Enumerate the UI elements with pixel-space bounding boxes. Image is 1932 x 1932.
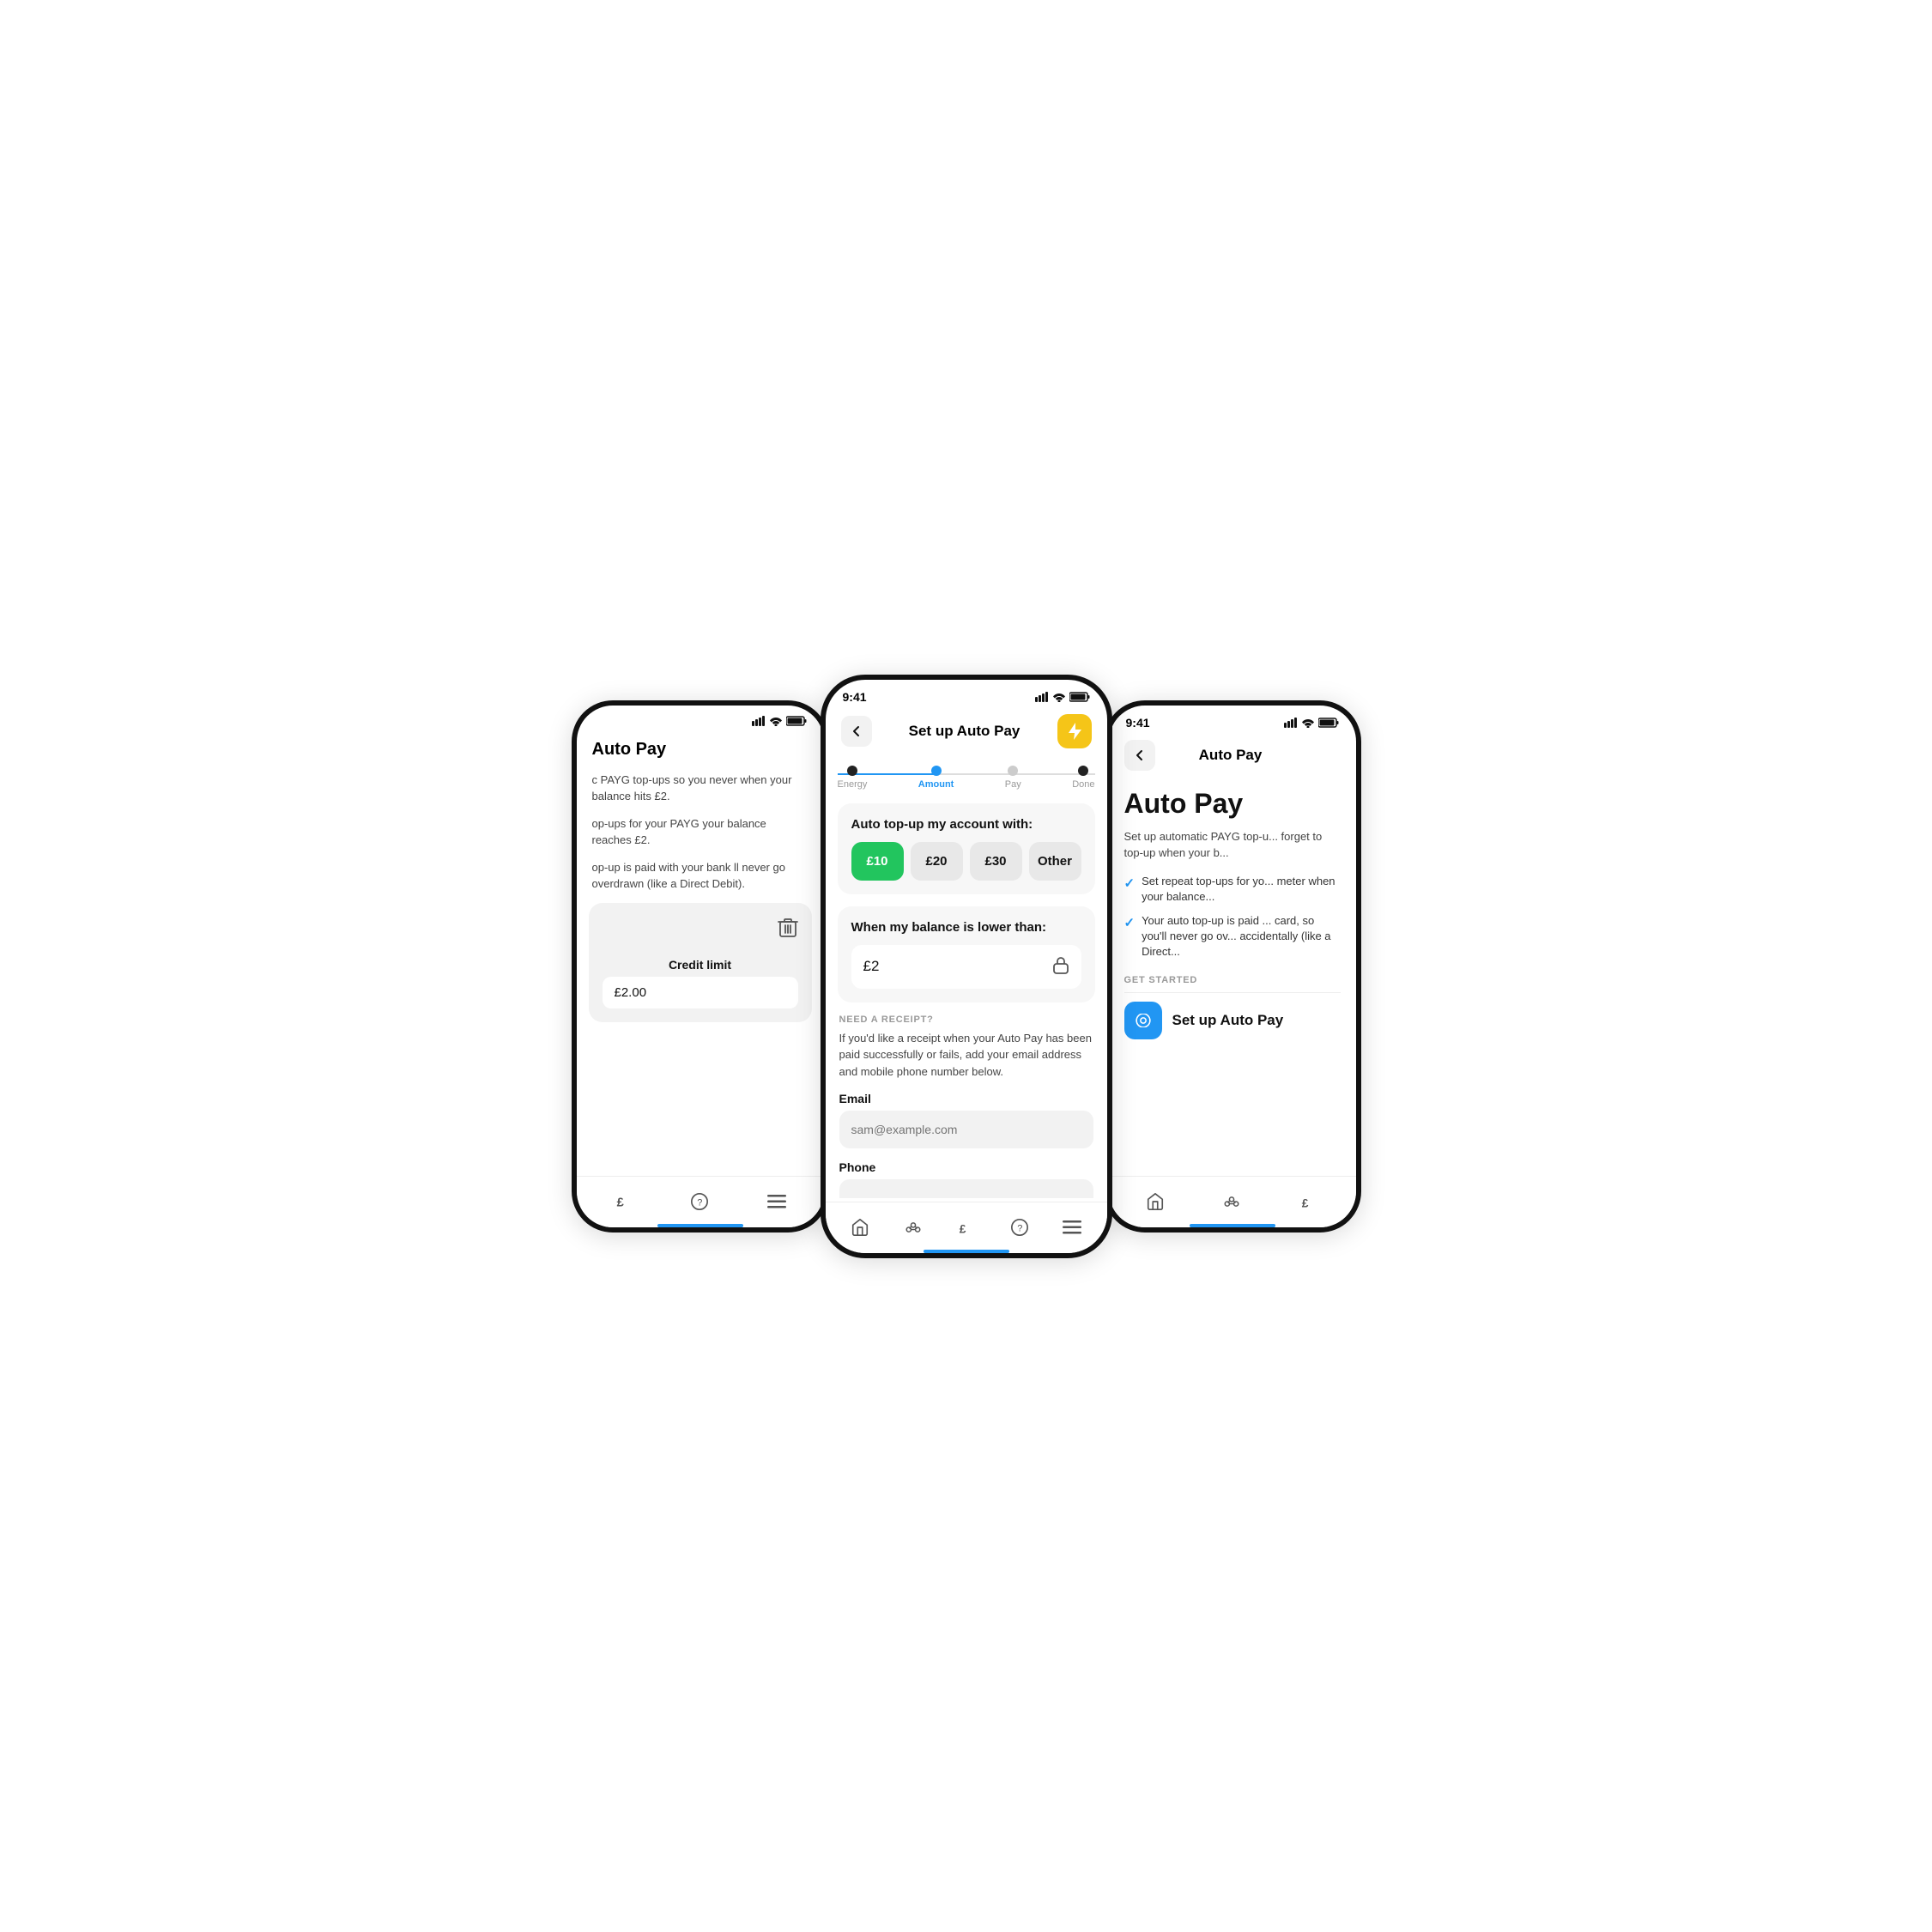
back-button-right[interactable] <box>1124 740 1155 771</box>
status-bar-center: 9:41 <box>826 680 1107 707</box>
status-icons-right <box>1284 718 1339 728</box>
nav-item-menu[interactable] <box>767 1195 786 1208</box>
svg-text:?: ? <box>1017 1224 1022 1234</box>
svg-text:£: £ <box>960 1222 966 1235</box>
amount-other[interactable]: Other <box>1029 842 1081 881</box>
credit-card: Credit limit £2.00 <box>589 903 812 1022</box>
status-icons-center <box>1035 692 1090 702</box>
nav-home-right[interactable] <box>1146 1192 1165 1211</box>
nav-menu-center[interactable] <box>1063 1220 1081 1234</box>
svg-text:£: £ <box>1302 1196 1309 1209</box>
status-bar-right: 9:41 <box>1109 706 1356 733</box>
right-desc: Set up automatic PAYG top-u... forget to… <box>1109 828 1356 862</box>
left-desc-3: op-up is paid with your bank ll never go… <box>577 859 824 893</box>
step-dot-done <box>1078 766 1088 776</box>
lock-icon <box>1052 955 1069 978</box>
nav-indicator-left <box>657 1224 743 1227</box>
setup-autopay-text: Set up Auto Pay <box>1172 1012 1284 1029</box>
get-started-label: GET STARTED <box>1109 975 1356 985</box>
amount-10[interactable]: £10 <box>851 842 904 881</box>
nav-help-center[interactable]: ? <box>1010 1218 1029 1237</box>
phone-input[interactable] <box>839 1179 1093 1198</box>
phone-right: 9:41 Auto Pay Auto Pay Set up automatic … <box>1104 700 1361 1232</box>
right-header-title: Auto Pay <box>1199 747 1263 764</box>
step-dot-amount <box>931 766 942 776</box>
balance-card-title: When my balance is lower than: <box>851 920 1081 935</box>
left-desc-2: op-ups for your PAYG your balance reache… <box>577 815 824 849</box>
check-text-2: Your auto top-up is paid ... card, so yo… <box>1142 913 1340 960</box>
nav-item-balance[interactable]: £ <box>614 1192 633 1211</box>
back-button-center[interactable] <box>841 716 872 747</box>
step-label-amount: Amount <box>918 779 954 790</box>
balance-value: £2 <box>863 958 880 975</box>
step-done: Done <box>1072 766 1094 790</box>
balance-card: When my balance is lower than: £2 <box>838 906 1095 1002</box>
left-desc-1: c PAYG top-ups so you never when your ba… <box>577 772 824 805</box>
step-pay: Pay <box>1005 766 1021 790</box>
lightning-button[interactable] <box>1057 714 1092 748</box>
amount-20[interactable]: £20 <box>911 842 963 881</box>
stepper: Energy Amount Pay Done <box>826 759 1107 803</box>
topup-card-title: Auto top-up my account with: <box>851 817 1081 832</box>
check-item-1: ✓ Set repeat top-ups for yo... meter whe… <box>1124 874 1341 905</box>
nav-item-help[interactable]: ? <box>690 1192 709 1211</box>
receipt-section: NEED A RECEIPT? If you'd like a receipt … <box>838 1014 1095 1198</box>
phone-label: Phone <box>839 1160 1093 1174</box>
check-item-2: ✓ Your auto top-up is paid ... card, so … <box>1124 913 1341 960</box>
check-list: ✓ Set repeat top-ups for yo... meter whe… <box>1109 874 1356 960</box>
status-bar-left <box>577 706 824 730</box>
left-page-title: Auto Pay <box>577 740 824 760</box>
nav-usage-right[interactable] <box>1221 1192 1242 1211</box>
nav-indicator-center <box>924 1250 1009 1253</box>
time-center: 9:41 <box>843 690 867 704</box>
step-label-pay: Pay <box>1005 779 1021 790</box>
check-icon-2: ✓ <box>1124 914 1136 932</box>
nav-account[interactable]: £ <box>957 1218 976 1237</box>
divider-right <box>1124 992 1341 993</box>
nav-home[interactable] <box>851 1218 869 1237</box>
setup-autopay-icon <box>1124 1002 1162 1039</box>
step-label-energy: Energy <box>838 779 868 790</box>
step-label-done: Done <box>1072 779 1094 790</box>
nav-indicator-right <box>1190 1224 1275 1227</box>
nav-usage[interactable] <box>903 1218 924 1237</box>
time-right: 9:41 <box>1126 716 1150 730</box>
bottom-nav-center: £ ? <box>826 1202 1107 1253</box>
email-label: Email <box>839 1092 1093 1105</box>
receipt-section-label: NEED A RECEIPT? <box>839 1014 1093 1025</box>
top-nav-center: Set up Auto Pay <box>826 707 1107 759</box>
center-scroll[interactable]: Auto top-up my account with: £10 £20 £30… <box>826 803 1107 1198</box>
step-energy: Energy <box>838 766 868 790</box>
email-input[interactable] <box>839 1111 1093 1148</box>
check-icon-1: ✓ <box>1124 875 1136 893</box>
setup-autopay-button[interactable]: Set up Auto Pay <box>1109 1002 1356 1039</box>
credit-limit-value: £2.00 <box>603 977 798 1008</box>
nav-account-right[interactable]: £ <box>1299 1192 1318 1211</box>
top-up-card: Auto top-up my account with: £10 £20 £30… <box>838 803 1095 894</box>
check-text-1: Set repeat top-ups for yo... meter when … <box>1142 874 1340 905</box>
amount-30[interactable]: £30 <box>970 842 1022 881</box>
credit-limit-label: Credit limit <box>603 958 798 972</box>
scene: Auto Pay c PAYG top-ups so you never whe… <box>494 675 1438 1258</box>
receipt-desc: If you'd like a receipt when your Auto P… <box>839 1030 1093 1081</box>
bottom-nav-left: £ ? <box>577 1176 824 1227</box>
trash-icon[interactable] <box>778 917 798 944</box>
right-main-title: Auto Pay <box>1109 781 1356 828</box>
bottom-nav-right: £ <box>1109 1176 1356 1227</box>
right-content: Auto Pay Set up automatic PAYG top-u... … <box>1109 781 1356 1040</box>
amount-grid: £10 £20 £30 Other <box>851 842 1081 881</box>
step-dot-pay <box>1008 766 1018 776</box>
top-nav-right: Auto Pay <box>1109 733 1356 781</box>
svg-text:£: £ <box>617 1196 624 1210</box>
phone-center: 9:41 Set up Auto Pay Energy <box>821 675 1112 1258</box>
step-dot-energy <box>847 766 857 776</box>
left-content: Auto Pay c PAYG top-ups so you never whe… <box>577 730 824 1022</box>
phone-left: Auto Pay c PAYG top-ups so you never whe… <box>572 700 829 1232</box>
step-amount: Amount <box>918 766 954 790</box>
center-header-title: Set up Auto Pay <box>909 723 1021 740</box>
balance-row: £2 <box>851 945 1081 989</box>
svg-text:?: ? <box>698 1198 703 1208</box>
